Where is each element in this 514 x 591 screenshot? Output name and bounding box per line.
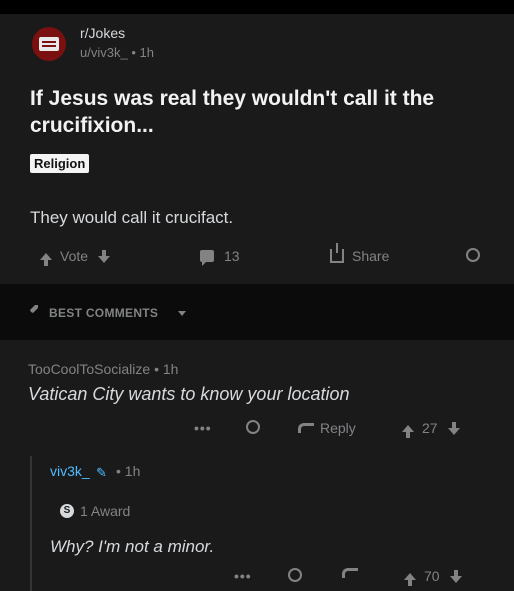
comment-time: • 1h bbox=[154, 361, 179, 377]
award-icon bbox=[288, 568, 302, 582]
post-time: • 1h bbox=[131, 45, 154, 60]
comment-meta: TooCoolToSocialize • 1h bbox=[28, 361, 178, 377]
comment-text: Vatican City wants to know your location bbox=[28, 384, 350, 404]
comment-score: 70 bbox=[424, 568, 440, 584]
upvote-icon[interactable] bbox=[402, 424, 414, 438]
post-author[interactable]: u/viv3k_ bbox=[80, 45, 128, 60]
downvote-icon[interactable] bbox=[98, 249, 111, 263]
reply-button[interactable]: Reply bbox=[298, 420, 356, 436]
chevron-down-icon[interactable] bbox=[178, 311, 186, 316]
post-title[interactable]: If Jesus was real they wouldn't call it … bbox=[30, 85, 500, 139]
subreddit-name[interactable]: r/Jokes bbox=[80, 25, 125, 41]
post-card bbox=[0, 14, 514, 284]
downvote-icon[interactable] bbox=[449, 569, 462, 583]
reply-label: Reply bbox=[320, 420, 356, 436]
comment-score: 27 bbox=[422, 420, 438, 436]
comment-vote-control: 27 bbox=[402, 420, 460, 438]
post-meta: u/viv3k_ • 1h bbox=[80, 45, 154, 60]
share-label: Share bbox=[352, 248, 390, 264]
comments-button[interactable]: 13 bbox=[200, 248, 240, 266]
rocket-icon[interactable] bbox=[26, 303, 40, 317]
vote-control: Vote bbox=[40, 248, 111, 266]
post-body: They would call it crucifact. bbox=[30, 208, 234, 227]
award-badge-icon: S bbox=[60, 504, 74, 518]
share-button[interactable]: Share bbox=[330, 243, 390, 264]
award-count[interactable]: 1 Award bbox=[80, 503, 130, 519]
comment-text: Why? I'm not a minor. bbox=[50, 537, 215, 556]
downvote-icon[interactable] bbox=[447, 421, 460, 435]
chat-icon bbox=[200, 250, 214, 266]
comment-author[interactable]: viv3k_ bbox=[50, 463, 90, 479]
more-options-button[interactable]: ••• bbox=[194, 420, 212, 436]
comment-author[interactable]: TooCoolToSocialize bbox=[28, 361, 150, 377]
reply-icon bbox=[298, 423, 314, 433]
top-bar bbox=[0, 0, 514, 14]
thread-line[interactable] bbox=[30, 456, 32, 591]
more-options-button[interactable]: ••• bbox=[234, 568, 252, 584]
reply-button[interactable] bbox=[342, 568, 364, 578]
pencil-icon: ✎ bbox=[96, 465, 107, 480]
reply-icon bbox=[342, 568, 358, 578]
comment-vote-control: 70 bbox=[404, 568, 462, 586]
award-button[interactable] bbox=[246, 420, 260, 434]
sort-button[interactable]: BEST COMMENTS bbox=[49, 306, 158, 320]
post-flair[interactable]: Religion bbox=[30, 154, 90, 173]
comment-count: 13 bbox=[224, 248, 240, 264]
upvote-icon[interactable] bbox=[40, 252, 52, 266]
award-button[interactable] bbox=[466, 248, 480, 262]
subreddit-avatar-icon[interactable] bbox=[32, 27, 66, 61]
comment-time: • 1h bbox=[116, 463, 141, 479]
more-icon: ••• bbox=[234, 568, 252, 584]
award-icon bbox=[466, 248, 480, 262]
award-icon bbox=[246, 420, 260, 434]
award-button[interactable] bbox=[288, 568, 302, 582]
upvote-icon[interactable] bbox=[404, 572, 416, 586]
more-icon: ••• bbox=[194, 420, 212, 436]
share-icon bbox=[330, 243, 344, 263]
vote-label: Vote bbox=[60, 248, 89, 264]
